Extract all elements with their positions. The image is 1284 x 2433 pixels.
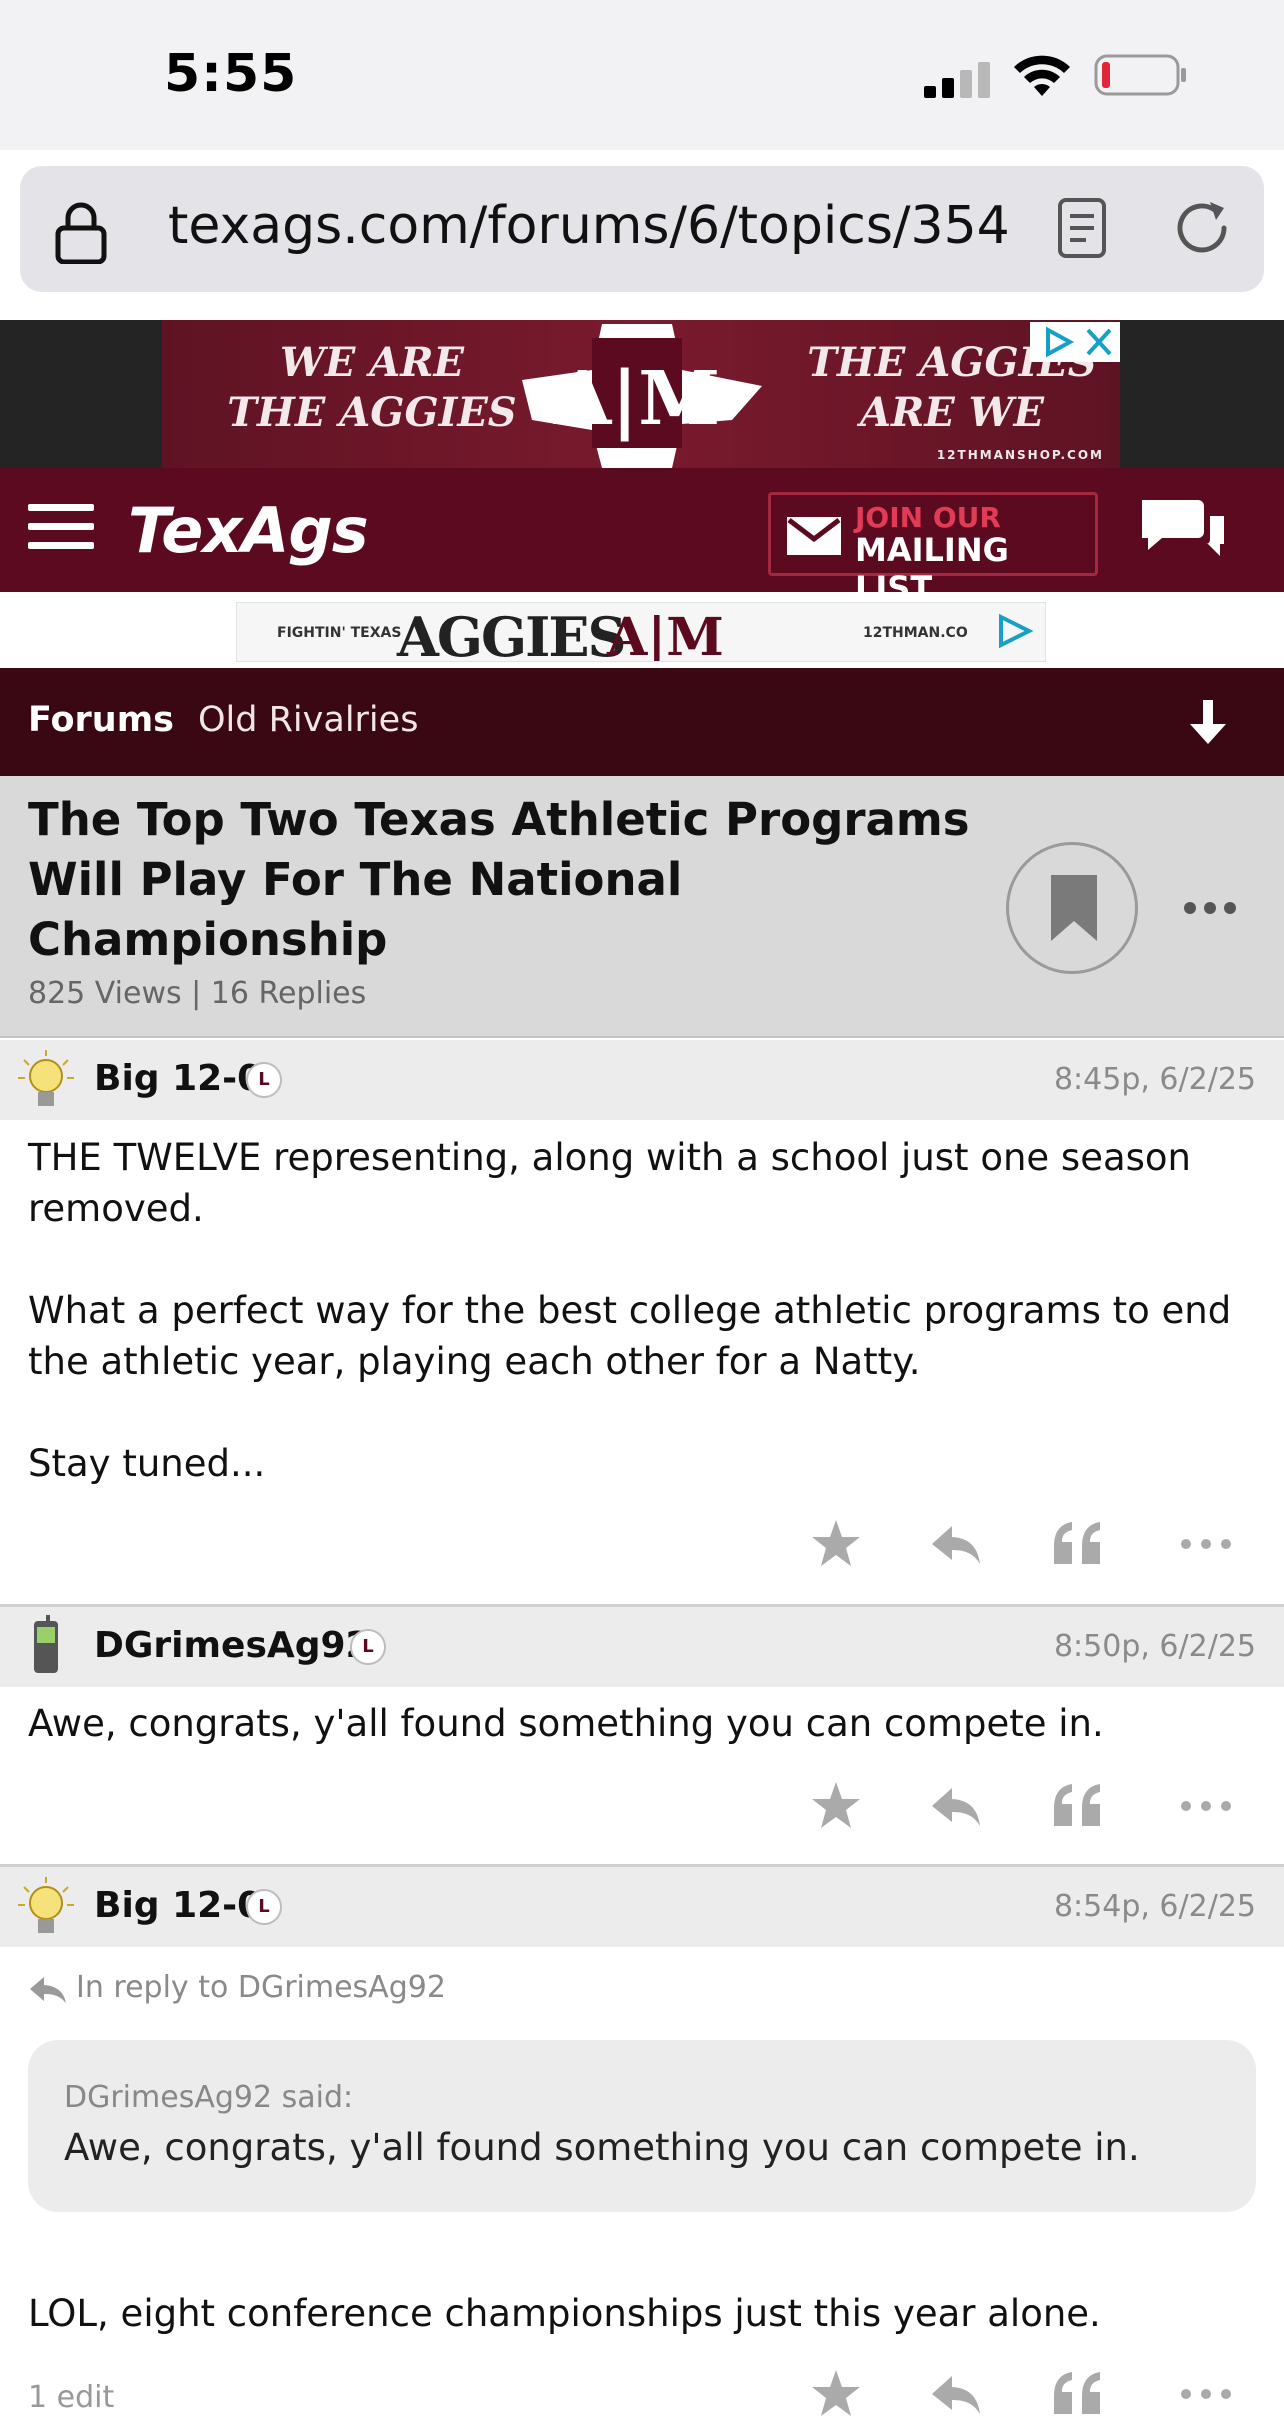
star-icon[interactable] bbox=[808, 1516, 864, 1572]
quote-icon[interactable] bbox=[1050, 2366, 1106, 2422]
reload-icon[interactable] bbox=[1170, 196, 1234, 260]
post-actions bbox=[0, 1778, 1284, 1838]
in-reply-to-text: In reply to DGrimesAg92 bbox=[76, 1970, 446, 2005]
post-header: DGrimesAg92 L 8:50p, 6/2/25 bbox=[0, 1607, 1284, 1687]
aggies-logo-icon: A|M bbox=[522, 324, 762, 468]
breadcrumb-section[interactable]: Old Rivalries bbox=[198, 700, 418, 740]
quote-text: Awe, congrats, y'all found something you… bbox=[64, 2126, 1140, 2169]
reader-mode-icon[interactable] bbox=[1056, 196, 1110, 260]
texags-logo[interactable]: TexAgs bbox=[128, 494, 369, 567]
ad-left-line-1: WE ARE bbox=[279, 339, 465, 386]
mailing-line-2: MAILING LIST bbox=[855, 531, 1009, 607]
post-paragraph: What a perfect way for the best college … bbox=[28, 1289, 1232, 1383]
ad-choices-icon[interactable] bbox=[993, 611, 1037, 651]
post-body: THE TWELVE representing, along with a sc… bbox=[28, 1132, 1258, 1489]
lifetime-badge: L bbox=[246, 1889, 282, 1925]
post-author[interactable]: DGrimesAg92 bbox=[94, 1625, 371, 1666]
lightbulb-avatar-icon[interactable] bbox=[16, 1875, 76, 1939]
reply-icon[interactable] bbox=[928, 1778, 984, 1834]
wifi-icon bbox=[1014, 55, 1070, 96]
post-author[interactable]: Big 12-0 bbox=[94, 1885, 262, 1926]
ad2-url-text: 12THMAN.CO bbox=[863, 625, 968, 641]
top-ad-banner[interactable]: WE ARE THE AGGIES A|M THE AGGIES ARE WE … bbox=[162, 320, 1120, 468]
topic-title: The Top Two Texas Athletic Programs Will… bbox=[28, 793, 970, 966]
post-actions bbox=[0, 2366, 1284, 2426]
post-header: Big 12-0 L 8:54p, 6/2/25 bbox=[0, 1867, 1284, 1947]
post-header: Big 12-0 L 8:45p, 6/2/25 bbox=[0, 1040, 1284, 1120]
more-icon[interactable] bbox=[1178, 1778, 1234, 1834]
post-body: LOL, eight conference championships just… bbox=[28, 2288, 1258, 2339]
ad-site-text: 12THMANSHOP.COM bbox=[936, 448, 1104, 462]
reply-arrow-icon bbox=[30, 1976, 66, 2003]
quote-icon[interactable] bbox=[1050, 1516, 1106, 1572]
ad-logo-text: A|M bbox=[553, 356, 720, 442]
mailing-line-1: JOIN OUR bbox=[855, 501, 1001, 534]
cellular-signal-icon bbox=[924, 62, 990, 98]
lifetime-badge: L bbox=[350, 1629, 386, 1665]
post-body: Awe, congrats, y'all found something you… bbox=[28, 1698, 1258, 1749]
post-time: 8:45p, 6/2/25 bbox=[1053, 1062, 1256, 1097]
post-paragraph: Awe, congrats, y'all found something you… bbox=[28, 1702, 1104, 1745]
reply-icon[interactable] bbox=[928, 2366, 984, 2422]
post-paragraph: LOL, eight conference championships just… bbox=[28, 2292, 1101, 2335]
star-icon[interactable] bbox=[808, 1778, 864, 1834]
lifetime-badge: L bbox=[246, 1062, 282, 1098]
ad2-small-text: FIGHTIN' TEXAS bbox=[277, 625, 402, 641]
status-time: 5:55 bbox=[164, 44, 298, 104]
post-actions bbox=[0, 1516, 1284, 1576]
bookmark-icon bbox=[1051, 875, 1097, 941]
mailing-list-button[interactable]: JOIN OUR MAILING LIST bbox=[768, 492, 1098, 607]
ad2-logo-text: A|M bbox=[607, 607, 724, 662]
hamburger-menu-icon[interactable] bbox=[28, 502, 94, 552]
post-time: 8:50p, 6/2/25 bbox=[1053, 1629, 1256, 1664]
ad-left-text: WE ARE THE AGGIES bbox=[222, 338, 522, 438]
envelope-icon bbox=[787, 517, 841, 555]
quote-block: DGrimesAg92 said: Awe, congrats, y'all f… bbox=[28, 2040, 1256, 2212]
forum-breadcrumb-bar bbox=[0, 668, 1284, 776]
secondary-ad-banner[interactable]: FIGHTIN' TEXAS AGGIES A|M 12THMAN.CO bbox=[236, 602, 1046, 662]
quote-author: DGrimesAg92 said: bbox=[64, 2080, 354, 2115]
in-reply-to[interactable]: In reply to DGrimesAg92 bbox=[28, 1970, 446, 2005]
status-bar: 5:55 bbox=[0, 0, 1284, 150]
post-paragraph: THE TWELVE representing, along with a sc… bbox=[28, 1136, 1192, 1230]
post-author[interactable]: Big 12-0 bbox=[94, 1058, 262, 1099]
arrow-down-icon[interactable] bbox=[1186, 698, 1230, 748]
ad2-big-text: AGGIES bbox=[397, 605, 627, 662]
post-time: 8:54p, 6/2/25 bbox=[1053, 1889, 1256, 1924]
bookmark-button[interactable] bbox=[1006, 842, 1138, 974]
star-icon[interactable] bbox=[808, 2366, 864, 2422]
quote-icon[interactable] bbox=[1050, 1778, 1106, 1834]
ad-choices-close-icon[interactable] bbox=[1030, 322, 1120, 362]
reply-icon[interactable] bbox=[928, 1516, 984, 1572]
post-paragraph: Stay tuned... bbox=[28, 1442, 266, 1485]
ad-left-line-2: THE AGGIES bbox=[227, 389, 517, 436]
ad-right-line-2: ARE WE bbox=[859, 389, 1045, 436]
chat-bubbles-icon[interactable] bbox=[1138, 496, 1228, 566]
battery-icon bbox=[1094, 54, 1186, 96]
more-options-icon[interactable] bbox=[1182, 896, 1238, 920]
more-icon[interactable] bbox=[1178, 2366, 1234, 2422]
more-icon[interactable] bbox=[1178, 1516, 1234, 1572]
breadcrumb-forums[interactable]: Forums bbox=[28, 700, 174, 740]
topic-stats: 825 Views | 16 Replies bbox=[28, 976, 367, 1011]
url-text[interactable]: texags.com/forums/6/topics/3544... bbox=[168, 196, 1008, 256]
lightbulb-avatar-icon[interactable] bbox=[16, 1048, 76, 1112]
phone-avatar-icon[interactable] bbox=[16, 1615, 76, 1679]
lock-icon bbox=[55, 202, 107, 264]
